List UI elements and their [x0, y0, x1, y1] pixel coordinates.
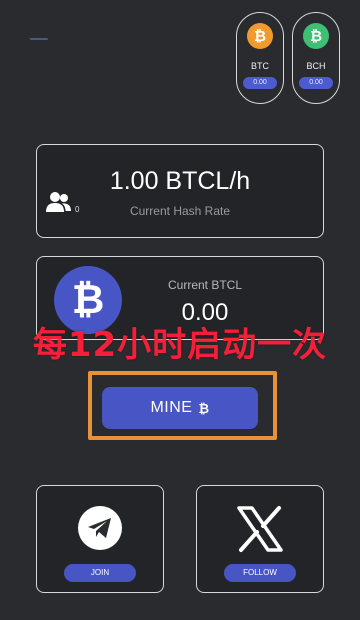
- join-button[interactable]: JOIN: [64, 564, 136, 582]
- bch-label: BCH: [306, 61, 326, 71]
- hash-rate-value: 1.00 BTCL/h: [109, 167, 251, 195]
- btc-value-badge: 0.00: [243, 77, 277, 89]
- bitcoin-cash-icon: ₿: [303, 23, 329, 49]
- bch-value-badge: 0.00: [299, 77, 333, 89]
- bitcoin-icon: ₿: [198, 400, 210, 416]
- mine-button[interactable]: MINE ₿: [102, 387, 258, 429]
- bitcoin-icon: ₿: [247, 23, 273, 49]
- btc-label: BTC: [251, 61, 269, 71]
- x-card[interactable]: FOLLOW: [196, 485, 324, 593]
- hash-rate-card: 0 1.00 BTCL/h Current Hash Rate: [36, 144, 324, 238]
- mine-button-label: MINE: [150, 399, 193, 416]
- bch-balance-pill[interactable]: ₿ BCH 0.00: [292, 12, 340, 104]
- overlay-annotation: 每12小时启动一次: [32, 325, 328, 365]
- app-logo-mark: [30, 38, 48, 40]
- x-logo-icon[interactable]: [235, 504, 285, 554]
- telegram-card[interactable]: JOIN: [36, 485, 164, 593]
- follow-button[interactable]: FOLLOW: [224, 564, 296, 582]
- balance-label: Current BTCL: [167, 278, 243, 292]
- telegram-icon[interactable]: [78, 506, 122, 550]
- btc-balance-pill[interactable]: ₿ BTC 0.00: [236, 12, 284, 104]
- hash-rate-label: Current Hash Rate: [129, 204, 231, 218]
